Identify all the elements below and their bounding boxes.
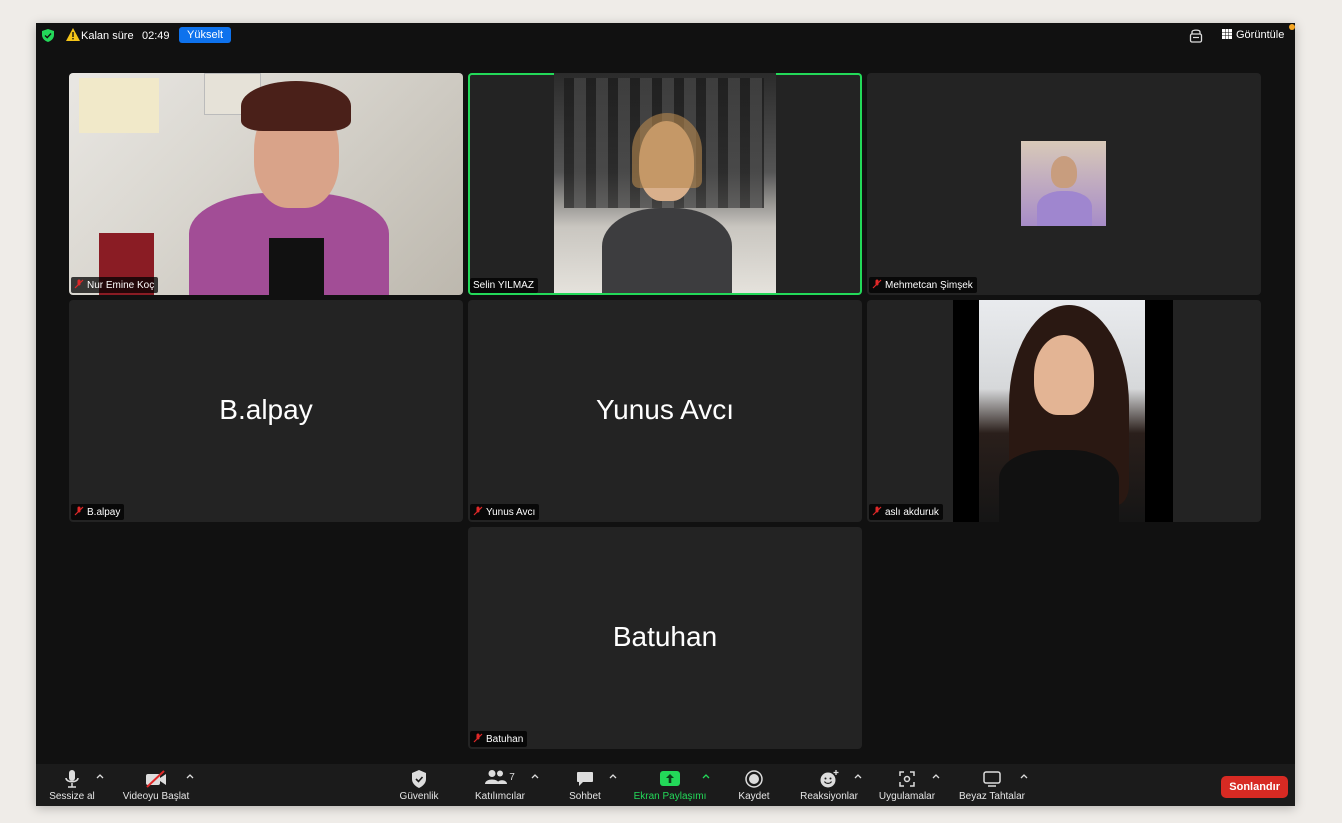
participant-name: Yunus Avcı (486, 507, 536, 518)
shield-icon (412, 770, 426, 788)
whiteboards-button[interactable]: Beyaz Tahtalar (954, 769, 1030, 802)
participants-label: Katılımcılar (474, 791, 525, 802)
participant-display-name: B.alpay (219, 394, 313, 425)
top-bar: Kalan süre 02:49 Yükselt Görüntüle (36, 23, 1295, 49)
participant-name: aslı akduruk (885, 507, 939, 518)
upgrade-button[interactable]: Yükselt (179, 27, 232, 43)
participant-name-tag: Mehmetcan Şimşek (869, 277, 977, 293)
video-off-icon (146, 770, 166, 788)
participant-video (69, 73, 463, 295)
muted-mic-icon (74, 279, 84, 289)
apps-icon (899, 771, 915, 787)
muted-mic-icon (473, 506, 483, 516)
participants-count: 7 (509, 771, 515, 783)
microphone-icon (65, 770, 79, 788)
muted-mic-icon (872, 279, 882, 289)
participant-name: B.alpay (87, 507, 121, 518)
video-tile-batuhan[interactable]: Batuhan Batuhan (468, 527, 862, 749)
time-remaining-label: Kalan süre (81, 30, 134, 42)
whiteboard-icon (983, 771, 1001, 787)
share-screen-label: Ekran Paylaşımı (633, 791, 707, 802)
video-tile-asli-akduruk[interactable]: aslı akduruk (867, 300, 1261, 522)
participant-name-tag: Nur Emine Koç (71, 277, 159, 293)
chat-button[interactable]: Sohbet (563, 769, 607, 802)
participant-name-tag: Selin YILMAZ (470, 278, 538, 293)
reactions-label: Reaksiyonlar (800, 791, 858, 802)
notification-dot (1289, 24, 1295, 30)
apps-label: Uygulamalar (878, 791, 936, 802)
participant-video (979, 300, 1145, 522)
meeting-toolbar: Sessize al Videoyu Başlat Güvenlik 7 Kat… (36, 764, 1295, 806)
muted-mic-icon (872, 506, 882, 516)
video-tile-selin-yilmaz[interactable]: Selin YILMAZ (468, 73, 862, 295)
participants-icon-wrap: 7 (468, 769, 532, 789)
chat-options-chevron-icon[interactable] (609, 773, 617, 779)
video-options-chevron-icon[interactable] (186, 773, 194, 779)
muted-mic-icon (473, 733, 483, 743)
shield-check-icon[interactable] (42, 29, 54, 42)
start-video-label: Videoyu Başlat (122, 791, 190, 802)
participant-name-tag: aslı akduruk (869, 504, 943, 520)
grid-icon (1222, 29, 1232, 39)
share-options-chevron-icon[interactable] (702, 773, 710, 779)
participant-name: Mehmetcan Şimşek (885, 280, 973, 291)
chat-bubble-icon (577, 772, 593, 786)
muted-mic-icon (74, 506, 84, 516)
encryption-lock-icon[interactable] (1189, 28, 1203, 43)
participants-button[interactable]: 7 Katılımcılar (468, 769, 532, 802)
mute-options-chevron-icon[interactable] (96, 773, 104, 779)
participant-name-tag: Yunus Avcı (470, 504, 540, 520)
video-tile-b-alpay[interactable]: B.alpay B.alpay (69, 300, 463, 522)
participant-name: Selin YILMAZ (473, 280, 534, 291)
time-remaining-value: 02:49 (142, 30, 170, 42)
share-screen-icon (660, 771, 680, 786)
reactions-button[interactable]: Reaksiyonlar (796, 769, 862, 802)
share-screen-button[interactable]: Ekran Paylaşımı (628, 769, 712, 802)
record-icon (745, 770, 763, 788)
participant-name: Batuhan (486, 734, 524, 745)
participants-options-chevron-icon[interactable] (531, 773, 539, 779)
participant-name-tag: Batuhan (470, 731, 528, 747)
mute-button[interactable]: Sessize al (46, 769, 98, 802)
participant-photo (1021, 141, 1106, 226)
end-meeting-button[interactable]: Sonlandır (1221, 776, 1288, 798)
security-label: Güvenlik (399, 791, 439, 802)
zoom-meeting-window: Kalan süre 02:49 Yükselt Görüntüle Nur E… (36, 23, 1295, 806)
participant-display-name: Yunus Avcı (595, 394, 735, 425)
video-tile-nur-emine-koc[interactable]: Nur Emine Koç (69, 73, 463, 295)
record-button[interactable]: Kaydet (732, 769, 776, 802)
video-tile-yunus-avci[interactable]: Yunus Avcı Yunus Avcı (468, 300, 862, 522)
emoji-add-icon (820, 770, 839, 788)
reactions-options-chevron-icon[interactable] (854, 773, 862, 779)
participant-name-tag: B.alpay (71, 504, 125, 520)
chat-label: Sohbet (569, 791, 601, 802)
view-button[interactable]: Görüntüle (1222, 29, 1284, 41)
participant-video (554, 73, 776, 293)
video-tile-mehmetcan-simsek[interactable]: Mehmetcan Şimşek (867, 73, 1261, 295)
view-label: Görüntüle (1236, 29, 1285, 41)
whiteboards-options-chevron-icon[interactable] (1020, 773, 1028, 779)
apps-button[interactable]: Uygulamalar (874, 769, 940, 802)
whiteboards-label: Beyaz Tahtalar (959, 791, 1025, 802)
warning-icon (66, 28, 80, 41)
people-icon (485, 770, 508, 784)
mute-label: Sessize al (49, 791, 95, 802)
security-button[interactable]: Güvenlik (391, 769, 447, 802)
apps-options-chevron-icon[interactable] (932, 773, 940, 779)
start-video-button[interactable]: Videoyu Başlat (116, 769, 196, 802)
participant-name: Nur Emine Koç (87, 280, 155, 291)
participant-display-name: Batuhan (612, 621, 718, 652)
record-label: Kaydet (738, 791, 770, 802)
